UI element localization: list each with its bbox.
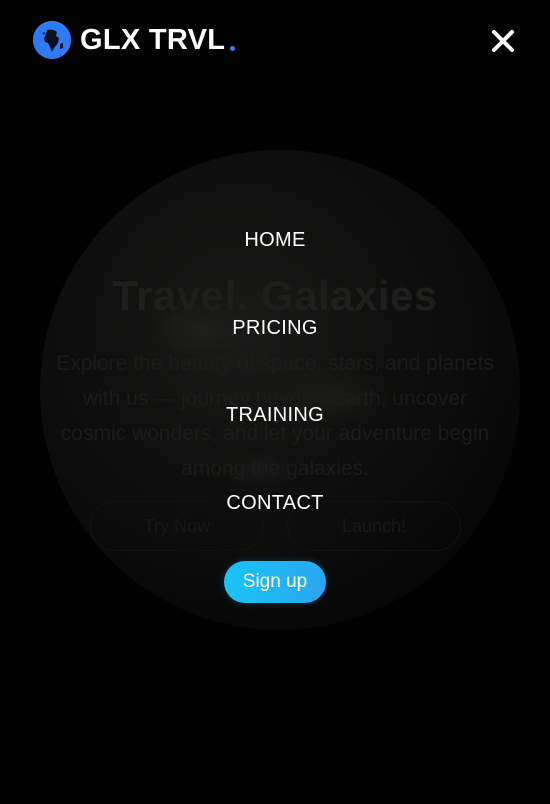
- nav-item-home[interactable]: HOME: [0, 229, 550, 252]
- menu-overlay: [0, 0, 550, 804]
- nav-item-label: TRAINING: [226, 404, 324, 426]
- nav-item-label: CONTACT: [226, 492, 324, 514]
- sign-up-button[interactable]: Sign up: [224, 561, 326, 603]
- close-icon: [492, 30, 514, 52]
- nav-item-pricing[interactable]: PRICING: [0, 317, 550, 340]
- brand-dot: [230, 46, 236, 51]
- nav-item-label: HOME: [244, 229, 306, 251]
- brand-logo[interactable]: GLX TRVL: [33, 21, 236, 59]
- globe-icon: [33, 21, 71, 59]
- nav-item-contact[interactable]: CONTACT: [0, 492, 550, 515]
- close-menu-button[interactable]: [488, 26, 518, 56]
- brand-name: GLX TRVL: [80, 23, 226, 56]
- page: Travel. Galaxies Explore the beauty of s…: [0, 0, 550, 804]
- nav-item-label: PRICING: [232, 317, 318, 339]
- nav-item-training[interactable]: TRAINING: [0, 404, 550, 427]
